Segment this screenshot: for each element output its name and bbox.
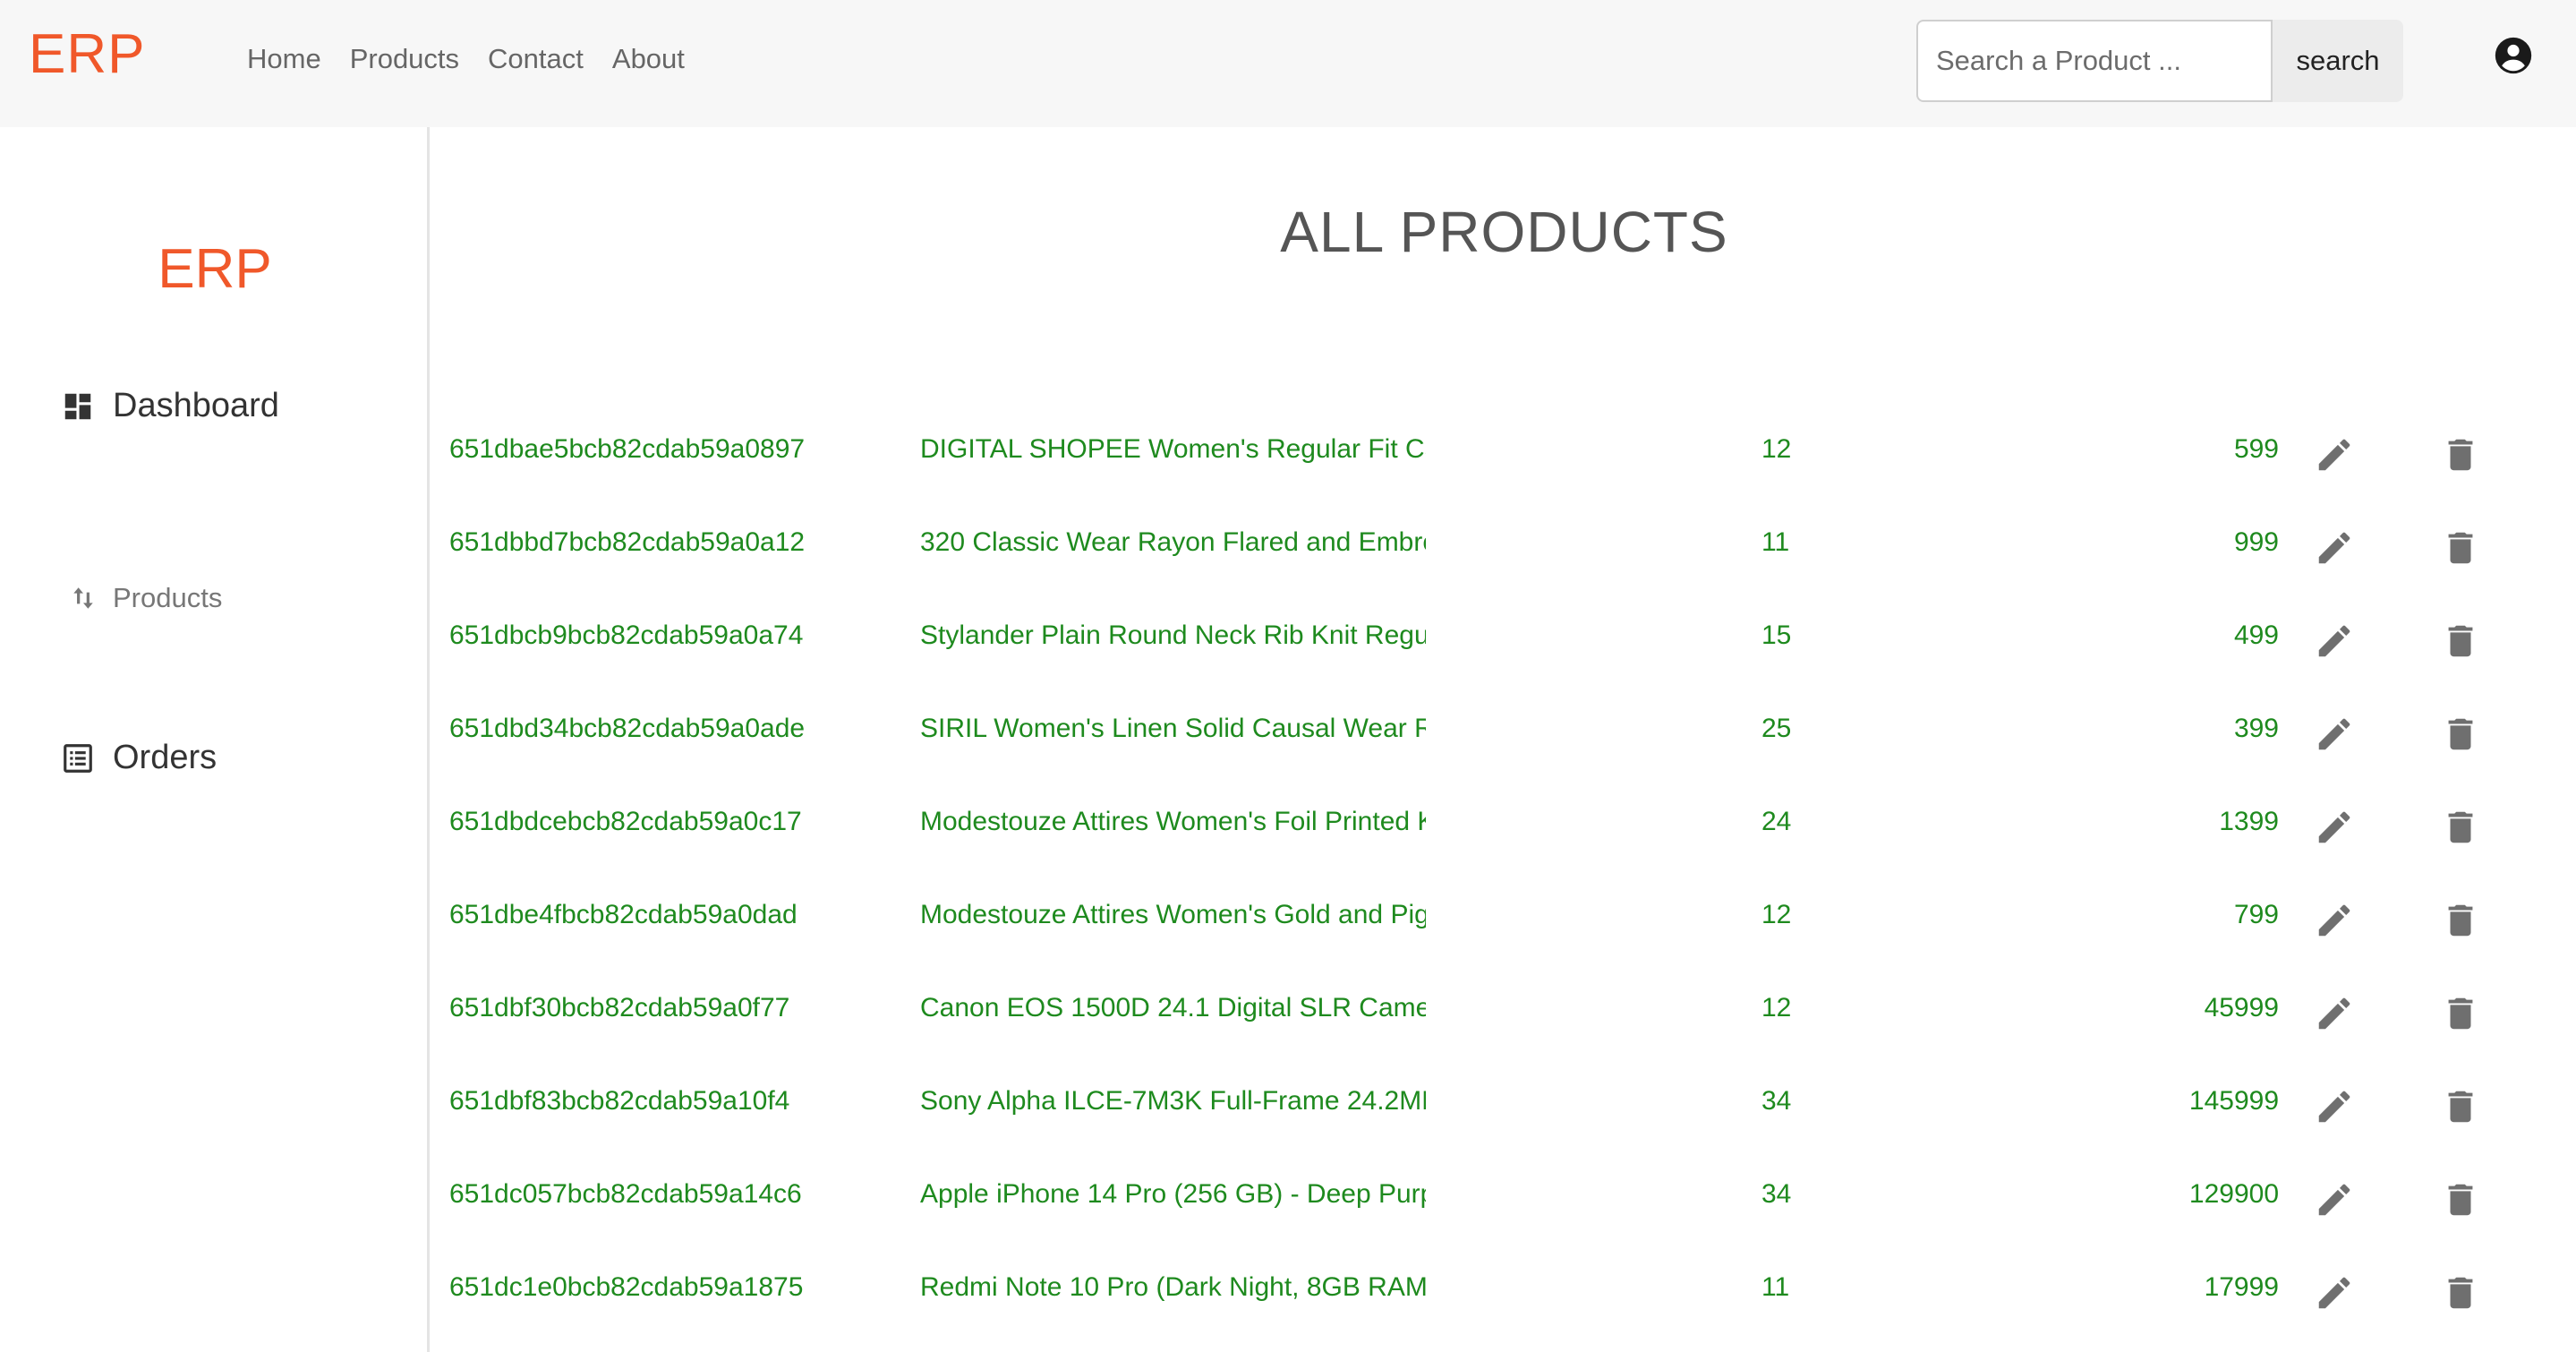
product-id: 651dc1e0bcb82cdab59a1875 — [449, 1272, 804, 1302]
sidebar-item-label: Products — [113, 582, 223, 613]
product-id: 651dbcb9bcb82cdab59a0a74 — [449, 620, 804, 650]
product-name: Apple iPhone 14 Pro (256 GB) - Deep Purp… — [920, 1179, 1426, 1209]
sidebar-item-dashboard[interactable]: Dashboard — [61, 387, 279, 425]
pencil-icon[interactable] — [2314, 1083, 2355, 1125]
product-name: Redmi Note 10 Pro (Dark Night, 8GB RAM, … — [920, 1272, 1426, 1302]
product-quantity: 15 — [1761, 620, 1792, 650]
product-quantity: 24 — [1761, 807, 1792, 836]
pencil-icon[interactable] — [2314, 1177, 2355, 1218]
product-name: DIGITAL SHOPEE Women's Regular Fit Casua… — [920, 434, 1426, 464]
pencil-icon[interactable] — [2314, 432, 2355, 473]
table-row: 651dbe4fbcb82cdab59a0dad Modestouze Attir… — [432, 879, 2576, 972]
pencil-icon[interactable] — [2314, 711, 2355, 752]
trash-icon[interactable] — [2440, 897, 2481, 938]
product-price: 145999 — [2188, 1086, 2279, 1116]
product-quantity: 34 — [1761, 1179, 1792, 1209]
pencil-icon[interactable] — [2314, 804, 2355, 845]
search-button[interactable]: search — [2273, 20, 2403, 102]
top-navbar: ERP Home Products Contact About search — [0, 0, 2576, 127]
product-quantity: 12 — [1761, 993, 1792, 1023]
product-name: Sony Alpha ILCE-7M3K Full-Frame 24.2MP M… — [920, 1086, 1426, 1116]
sidebar-brand: ERP — [158, 238, 272, 300]
trash-icon[interactable] — [2440, 1177, 2481, 1218]
product-quantity: 34 — [1761, 1086, 1792, 1116]
pencil-icon[interactable] — [2314, 525, 2355, 566]
product-price: 17999 — [2204, 1272, 2279, 1302]
product-id: 651dbf30bcb82cdab59a0f77 — [449, 993, 790, 1023]
table-row: 651dbf30bcb82cdab59a0f77 Canon EOS 1500D … — [432, 972, 2576, 1065]
product-id: 651dbbd7bcb82cdab59a0a12 — [449, 527, 806, 557]
sidebar-item-label: Orders — [113, 739, 218, 776]
list-icon — [64, 743, 92, 773]
product-price: 1399 — [2219, 807, 2279, 836]
pencil-icon[interactable] — [2314, 990, 2355, 1031]
trash-icon[interactable] — [2440, 711, 2481, 752]
nav-link-about[interactable]: About — [612, 41, 685, 77]
product-price: 129900 — [2188, 1179, 2279, 1209]
product-name: 320 Classic Wear Rayon Flared and Embroi… — [920, 527, 1426, 557]
trash-icon[interactable] — [2440, 432, 2481, 473]
product-table: 651dbae5bcb82cdab59a0897 DIGITAL SHOPEE W… — [432, 414, 2576, 1345]
product-id: 651dbdcebcb82cdab59a0c17 — [449, 807, 802, 836]
product-quantity: 12 — [1761, 434, 1792, 464]
product-name: Stylander Plain Round Neck Rib Knit Regu… — [920, 620, 1426, 650]
product-price: 599 — [2233, 434, 2279, 464]
product-price: 999 — [2233, 527, 2279, 557]
product-name: Modestouze Attires Women's Gold and Pigm… — [920, 900, 1426, 929]
nav-link-home[interactable]: Home — [247, 41, 321, 77]
sidebar-item-orders[interactable]: Orders — [61, 739, 217, 777]
product-id: 651dc057bcb82cdab59a14c6 — [449, 1179, 802, 1209]
product-quantity: 12 — [1761, 900, 1792, 929]
table-row: 651dc057bcb82cdab59a14c6 Apple iPhone 14 … — [432, 1159, 2576, 1252]
table-row: 651dc1e0bcb82cdab59a1875 Redmi Note 10 Pr… — [432, 1252, 2576, 1345]
sidebar-item-products[interactable]: Products — [72, 582, 222, 614]
trash-icon[interactable] — [2440, 1270, 2481, 1311]
product-quantity: 25 — [1761, 714, 1792, 743]
trash-icon[interactable] — [2440, 990, 2481, 1031]
pencil-icon[interactable] — [2314, 618, 2355, 659]
trash-icon[interactable] — [2440, 618, 2481, 659]
product-price: 499 — [2233, 620, 2279, 650]
product-id: 651dbae5bcb82cdab59a0897 — [449, 434, 806, 464]
product-name: SIRIL Women's Linen Solid Causal Wear Re… — [920, 714, 1426, 743]
nav-link-contact[interactable]: Contact — [488, 41, 584, 77]
trash-icon[interactable] — [2440, 804, 2481, 845]
product-price: 799 — [2233, 900, 2279, 929]
sidebar: ERP Dashboard Products Orders — [0, 127, 430, 1352]
product-quantity: 11 — [1761, 527, 1790, 557]
product-quantity: 11 — [1761, 1272, 1790, 1302]
table-row: 651dbdcebcb82cdab59a0c17 Modestouze Attir… — [432, 786, 2576, 879]
sort-arrows-icon — [73, 587, 93, 609]
pencil-icon[interactable] — [2314, 1270, 2355, 1311]
page-title: ALL PRODUCTS — [1280, 200, 1728, 264]
search-input[interactable] — [1916, 20, 2273, 102]
search-form: search — [1916, 20, 2403, 102]
product-name: Modestouze Attires Women's Foil Printed … — [920, 807, 1426, 836]
table-row: 651dbbd7bcb82cdab59a0a12 320 Classic Wear… — [432, 507, 2576, 600]
dashboard-icon — [64, 393, 91, 419]
account-circle-icon[interactable] — [2494, 36, 2533, 75]
main-content: ALL PRODUCTS 651dbae5bcb82cdab59a0897 DIG… — [432, 127, 2576, 1352]
table-row: 651dbcb9bcb82cdab59a0a74 Stylander Plain … — [432, 600, 2576, 693]
product-price: 399 — [2233, 714, 2279, 743]
trash-icon[interactable] — [2440, 525, 2481, 566]
pencil-icon[interactable] — [2314, 897, 2355, 938]
product-id: 651dbd34bcb82cdab59a0ade — [449, 714, 806, 743]
nav-links: Home Products Contact About — [247, 41, 713, 77]
sidebar-item-label: Dashboard — [113, 387, 279, 424]
product-name: Canon EOS 1500D 24.1 Digital SLR Camera … — [920, 993, 1426, 1023]
table-row: 651dbf83bcb82cdab59a10f4 Sony Alpha ILCE-… — [432, 1065, 2576, 1159]
product-id: 651dbf83bcb82cdab59a10f4 — [449, 1086, 790, 1116]
trash-icon[interactable] — [2440, 1083, 2481, 1125]
product-price: 45999 — [2204, 993, 2279, 1023]
product-id: 651dbe4fbcb82cdab59a0dad — [449, 900, 798, 929]
table-row: 651dbae5bcb82cdab59a0897 DIGITAL SHOPEE W… — [432, 414, 2576, 507]
table-row: 651dbd34bcb82cdab59a0ade SIRIL Women's Li… — [432, 693, 2576, 786]
nav-link-products[interactable]: Products — [350, 41, 459, 77]
navbar-brand[interactable]: ERP — [29, 21, 145, 88]
